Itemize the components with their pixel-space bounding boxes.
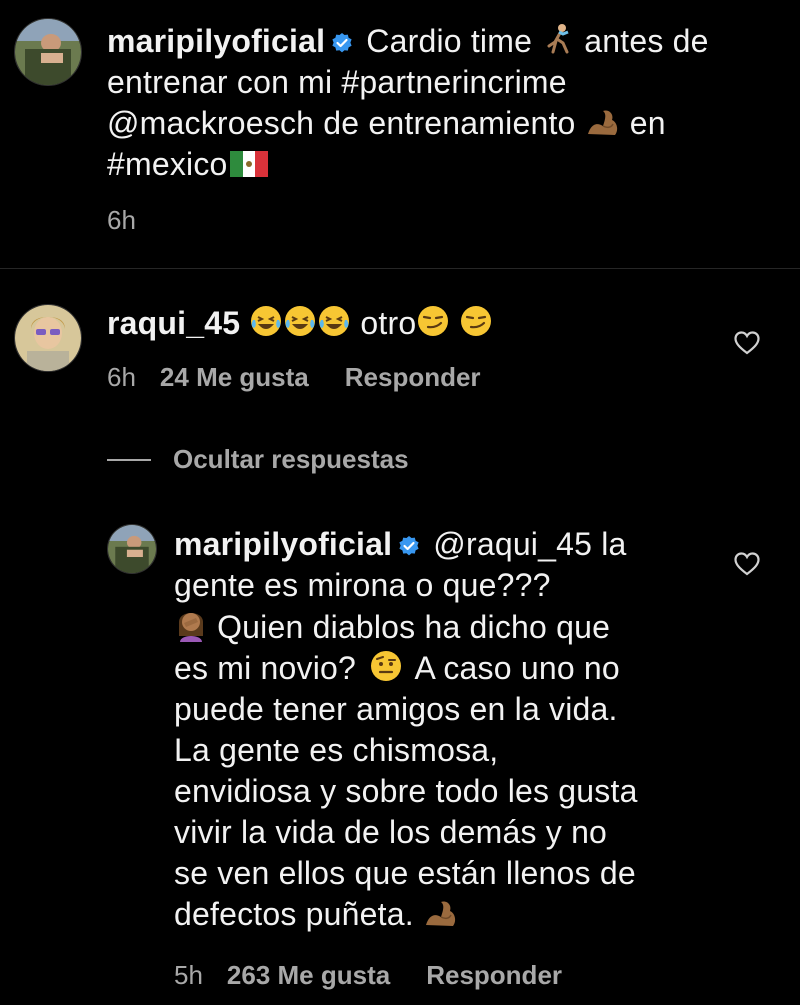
reply-line-6: La gente es chismosa, [174,732,499,768]
comment-text: otro [360,305,417,341]
verified-badge-icon [332,33,352,53]
reply-body: maripilyoficial @raqui_45 la gente es mi… [174,524,734,935]
reply-meta: 5h 263 Me gusta Responder [174,960,598,991]
comment-like-heart-icon[interactable] [734,331,760,355]
reply-reply-button[interactable]: Responder [426,960,562,990]
comment-likes[interactable]: 24 Me gusta [160,362,309,392]
reply-line-1[interactable]: @raqui_45 la [433,526,626,562]
avatar-image [108,525,156,573]
reply-line-5: puede tener amigos en la vida. [174,691,618,727]
facepalm-woman-emoji-icon [179,613,203,642]
laughing-tears-emoji-icon [251,306,282,336]
comment-username[interactable]: raqui_45 [107,305,240,341]
verified-badge-icon [399,536,419,556]
hide-replies-button[interactable]: Ocultar respuestas [107,444,409,475]
reply-likes[interactable]: 263 Me gusta [227,960,390,990]
reply-like-heart-icon[interactable] [734,552,760,576]
flexed-biceps-emoji-icon [425,901,456,926]
comment-reply-button[interactable]: Responder [345,362,481,392]
comment-body: raqui_45 otro [107,303,707,344]
caption-text-a: Cardio time [366,23,533,59]
reply-username[interactable]: maripilyoficial [174,526,392,562]
reply-avatar[interactable] [107,524,157,574]
reply-line-9: se ven ellos que están llenos de [174,855,636,891]
post-meta: 6h [107,205,160,236]
post-avatar[interactable] [14,18,82,86]
caption-text-e: en [629,105,666,141]
post-time: 6h [107,205,136,235]
reply-line-8: vivir la vida de los demás y no [174,814,608,850]
reply-line-2: gente es mirona o que??? [174,567,551,603]
reply-line-4b: A caso uno no [414,650,620,686]
comment-time: 6h [107,362,136,392]
hide-replies-line [107,458,151,461]
comment-meta: 6h 24 Me gusta Responder [107,362,517,393]
post-divider [0,268,800,269]
mexico-flag-emoji-icon [229,151,268,177]
reply-time: 5h [174,960,203,990]
caption-text-b: antes de [584,23,709,59]
hide-replies-label: Ocultar respuestas [173,444,409,474]
laughing-tears-emoji-icon [319,306,350,336]
reply-line-3: Quien diablos ha dicho que [217,609,611,645]
caption-text-c[interactable]: entrenar con mi #partnerincrime [107,64,567,100]
raised-eyebrow-emoji-icon [371,651,402,681]
reply-line-7: envidiosa y sobre todo les gusta [174,773,638,809]
smirk-emoji-icon [418,306,449,336]
flexed-biceps-emoji-icon [587,110,617,135]
reply-line-10: defectos puñeta. [174,896,414,932]
caption-text-d[interactable]: @mackroesch de entrenamiento [107,105,576,141]
reply-line-4: es mi novio? [174,650,357,686]
running-woman-emoji-icon [547,24,569,54]
avatar-image [15,19,81,85]
laughing-tears-emoji-icon [285,306,316,336]
smirk-emoji-icon [461,306,492,336]
comment-avatar[interactable] [14,304,82,372]
post-caption: maripilyoficial Cardio time antes de ent… [107,21,787,185]
avatar-image [15,305,81,371]
caption-text-f[interactable]: #mexico [107,146,228,182]
post-username[interactable]: maripilyoficial [107,23,325,59]
